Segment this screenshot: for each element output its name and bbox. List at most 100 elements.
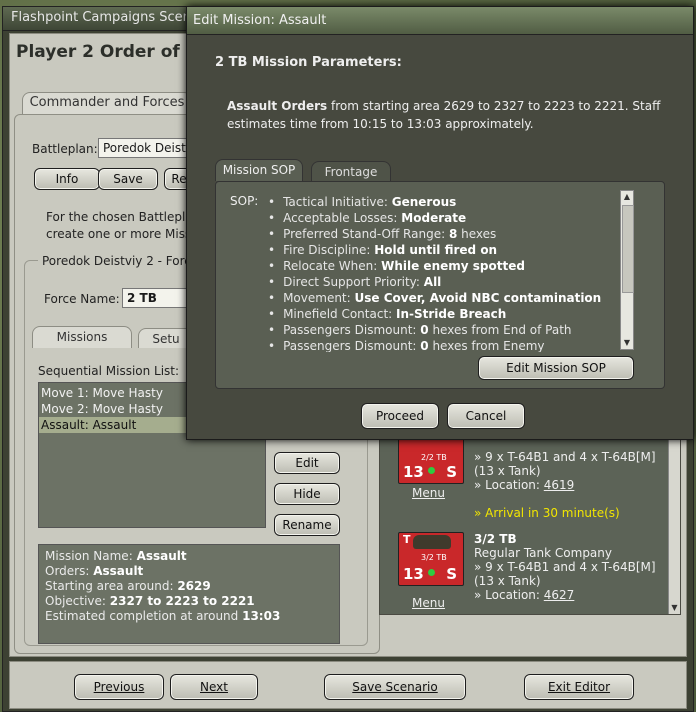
unit-composition: » 9 x T-64B1 and 4 x T-64B[M] (474, 560, 656, 574)
sop-item-suffix: hexes from End of Path (428, 323, 572, 337)
info-button[interactable]: Info (34, 168, 100, 190)
sop-item-suffix: hexes from Enemy (428, 339, 545, 352)
sop-item-label: Minefield Contact: (283, 307, 397, 321)
unit-size: S (446, 565, 457, 583)
summary-label: Objective: (45, 594, 106, 608)
battleplan-input[interactable]: Poredok Deistviy (98, 138, 194, 158)
sop-item-value: 0 (420, 339, 429, 352)
summary-mission-name: Assault (136, 549, 187, 563)
unit-type-count: (13 x Tank) (474, 574, 541, 588)
tab-frontage[interactable]: Frontage (311, 161, 391, 181)
sop-list: Tactical Initiative: GenerousAcceptable … (268, 194, 620, 352)
footer-bar: Previous Next Save Scenario Exit Editor (9, 661, 687, 709)
sop-item-label: Fire Discipline: (283, 243, 375, 257)
proceed-button[interactable]: Proceed (361, 403, 439, 429)
summary-label: Mission Name: (45, 549, 133, 563)
sop-item: Direct Support Priority: All (268, 274, 620, 290)
summary-orders: Assault (93, 564, 144, 578)
previous-button[interactable]: Previous (74, 674, 164, 700)
hint-text-2: create one or more Missi (46, 227, 195, 241)
unit-id: 3/2 TB (421, 553, 447, 562)
summary-completion: 13:03 (242, 609, 281, 623)
sop-item-label: Tactical Initiative: (283, 195, 392, 209)
unit-composition: » 9 x T-64B1 and 4 x T-64B[M] (474, 450, 656, 464)
sop-scrollbar[interactable]: ▲ ▼ (620, 190, 634, 350)
save-button[interactable]: Save (98, 168, 158, 190)
sop-item: Acceptable Losses: Moderate (268, 210, 620, 226)
sop-item-value: While enemy spotted (381, 259, 525, 273)
unit-list-panel: 2/2 TB 13 S Menu » 9 x T-64B1 and 4 x T-… (379, 437, 681, 615)
sop-item: Fire Discipline: Hold until fired on (268, 242, 620, 258)
unit-counter[interactable]: T 3/2 TB 13 S (398, 532, 464, 586)
unit-id: 2/2 TB (421, 453, 447, 462)
unit-info: 3/2 TB Regular Tank Company » 9 x T-64B1… (474, 532, 656, 602)
mission-summary: Mission Name: Assault Orders: Assault St… (38, 544, 340, 644)
unit-type-count: (13 x Tank) (474, 464, 541, 478)
location-link[interactable]: 4619 (544, 478, 575, 492)
exit-editor-button[interactable]: Exit Editor (524, 674, 634, 700)
sop-item: Minefield Contact: In-Stride Breach (268, 306, 620, 322)
sop-item-value: Generous (391, 195, 457, 209)
unit-type: Regular Tank Company (474, 546, 612, 560)
summary-start: 2629 (177, 579, 211, 593)
sop-item-label: Relocate When: (283, 259, 382, 273)
orders-text: from starting area 2629 to 2327 to 2223 … (327, 99, 661, 113)
tab-mission-sop[interactable]: Mission SOP (215, 159, 303, 181)
battleplan-label: Battleplan: (32, 142, 98, 156)
unit-counter[interactable]: 2/2 TB 13 S (398, 438, 464, 484)
unit-menu-link[interactable]: Menu (412, 596, 445, 610)
force-name-input[interactable]: 2 TB (122, 288, 192, 308)
unit-menu-link[interactable]: Menu (412, 486, 445, 500)
tank-icon (413, 535, 451, 549)
scroll-down-icon[interactable]: ▼ (621, 337, 633, 349)
tab-missions[interactable]: Missions (32, 326, 132, 348)
sop-item-label: Movement: (283, 291, 355, 305)
summary-label: Starting area around: (45, 579, 174, 593)
sop-panel: SOP: Tactical Initiative: GenerousAccept… (215, 181, 665, 389)
tab-commander-forces[interactable]: Commander and Forces (22, 92, 192, 114)
status-dot-icon (428, 467, 435, 474)
edit-mission-button[interactable]: Edit (274, 452, 340, 474)
location-link[interactable]: 4627 (544, 588, 575, 602)
hide-mission-button[interactable]: Hide (274, 483, 340, 505)
sop-item: Preferred Stand-Off Range: 8 hexes (268, 226, 620, 242)
sop-item-label: Passengers Dismount: (283, 339, 421, 352)
sop-item-label: Direct Support Priority: (283, 275, 424, 289)
mission-parameters-heading: 2 TB Mission Parameters: (215, 55, 402, 70)
sop-item-label: Passengers Dismount: (283, 323, 421, 337)
status-dot-icon (428, 569, 435, 576)
scroll-up-icon[interactable]: ▲ (621, 191, 633, 203)
hint-text-1: For the chosen Battleplan (46, 210, 201, 224)
cancel-button[interactable]: Cancel (447, 403, 525, 429)
sop-item-value: All (423, 275, 442, 289)
sop-item: Passengers Dismount: 0 hexes from End of… (268, 322, 620, 338)
force-group-title: Poredok Deistviy 2 - Force (38, 254, 203, 268)
force-name-label: Force Name: (44, 292, 120, 306)
save-scenario-button[interactable]: Save Scenario (324, 674, 466, 700)
sop-item-value: In-Stride Breach (396, 307, 507, 321)
orders-text-2: estimates time from 10:15 to 13:03 appro… (227, 117, 534, 131)
sop-item: Relocate When: While enemy spotted (268, 258, 620, 274)
edit-mission-sop-button[interactable]: Edit Mission SOP (478, 356, 634, 380)
scroll-thumb[interactable] (622, 205, 634, 293)
sop-item-label: Acceptable Losses: (283, 211, 402, 225)
sop-item-value: Moderate (401, 211, 467, 225)
unit-letter: T (403, 533, 411, 546)
arrival-text: » Arrival in 30 minute(s) (474, 506, 620, 520)
scroll-down-icon[interactable]: ▼ (669, 602, 680, 614)
unit-scrollbar[interactable]: ▼ (668, 438, 680, 614)
location-label: » Location: (474, 588, 540, 602)
orders-description: Assault Orders from starting area 2629 t… (227, 97, 667, 133)
sop-item-suffix: hexes (457, 227, 497, 241)
rename-mission-button[interactable]: Rename (274, 514, 340, 536)
sop-item-value: Hold until fired on (374, 243, 498, 257)
unit-name: 3/2 TB (474, 532, 517, 546)
edit-mission-dialog: Edit Mission: Assault 2 TB Mission Param… (186, 6, 694, 440)
unit-info: » 9 x T-64B1 and 4 x T-64B[M] (13 x Tank… (474, 450, 656, 492)
unit-strength: 13 (403, 463, 424, 481)
location-label: » Location: (474, 478, 540, 492)
orders-title: Assault Orders (227, 99, 328, 113)
next-button[interactable]: Next (170, 674, 258, 700)
summary-objective: 2327 to 2223 to 2221 (109, 594, 255, 608)
sop-item-value: 0 (420, 323, 429, 337)
